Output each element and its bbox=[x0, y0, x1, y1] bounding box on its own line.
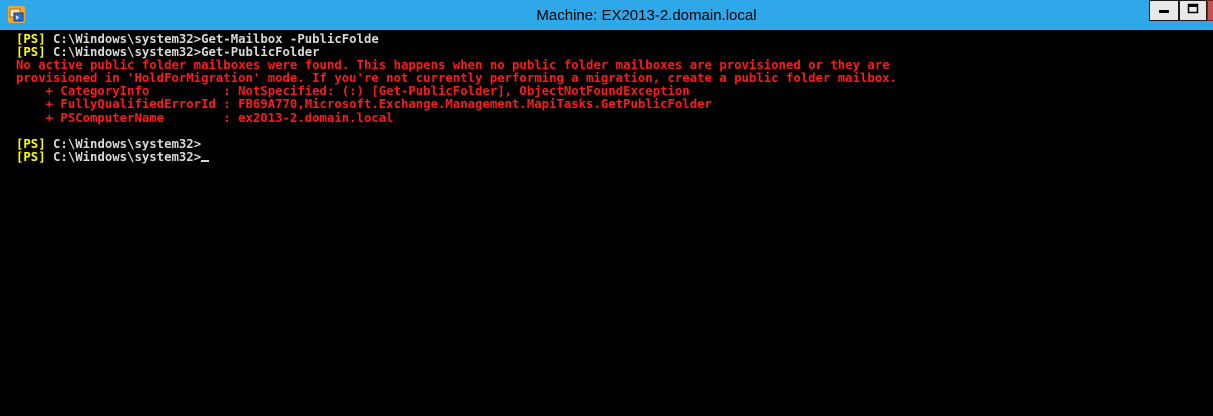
line-text: C:\Windows\system32> bbox=[45, 149, 202, 164]
title-bar[interactable]: Machine: EX2013-2.domain.local bbox=[0, 0, 1213, 30]
error-text: + CategoryInfo : NotSpecified: (:) [Get-… bbox=[16, 84, 690, 99]
console-output[interactable]: [PS] C:\Windows\system32>Get-Mailbox -Pu… bbox=[16, 33, 1213, 416]
maximize-button[interactable] bbox=[1179, 0, 1207, 21]
minimize-icon bbox=[1158, 2, 1170, 20]
prompt-tag: [PS] bbox=[16, 45, 46, 60]
close-button[interactable] bbox=[1207, 0, 1213, 21]
console-margin bbox=[0, 30, 16, 416]
prompt-tag: [PS] bbox=[16, 149, 46, 164]
prompt-tag: [PS] bbox=[16, 33, 46, 46]
error-text: No active public folder mailboxes were f… bbox=[16, 58, 890, 73]
line-text: C:\Windows\system32> bbox=[45, 136, 202, 151]
line-text: C:\Windows\system32>Get-PublicFolder bbox=[45, 45, 320, 60]
error-text: + FullyQualifiedErrorId : FB69A770,Micro… bbox=[16, 97, 712, 112]
error-text: + PSComputerName : ex2013-2.domain.local bbox=[16, 110, 394, 125]
console-window: Machine: EX2013-2.domain.local [PS] C:\W… bbox=[0, 0, 1213, 416]
error-text: provisioned in 'HoldForMigration' mode. … bbox=[16, 71, 897, 86]
error-line: + PSComputerName : ex2013-2.domain.local bbox=[16, 110, 1213, 125]
prompt-tag: [PS] bbox=[16, 136, 46, 151]
text-cursor bbox=[201, 159, 210, 162]
command-line: [PS] C:\Windows\system32> bbox=[16, 149, 1213, 164]
minimize-button[interactable] bbox=[1149, 0, 1179, 21]
maximize-icon bbox=[1187, 2, 1199, 20]
line-text: C:\Windows\system32>Get-Mailbox -PublicF… bbox=[45, 33, 379, 46]
window-title: Machine: EX2013-2.domain.local bbox=[536, 7, 757, 24]
